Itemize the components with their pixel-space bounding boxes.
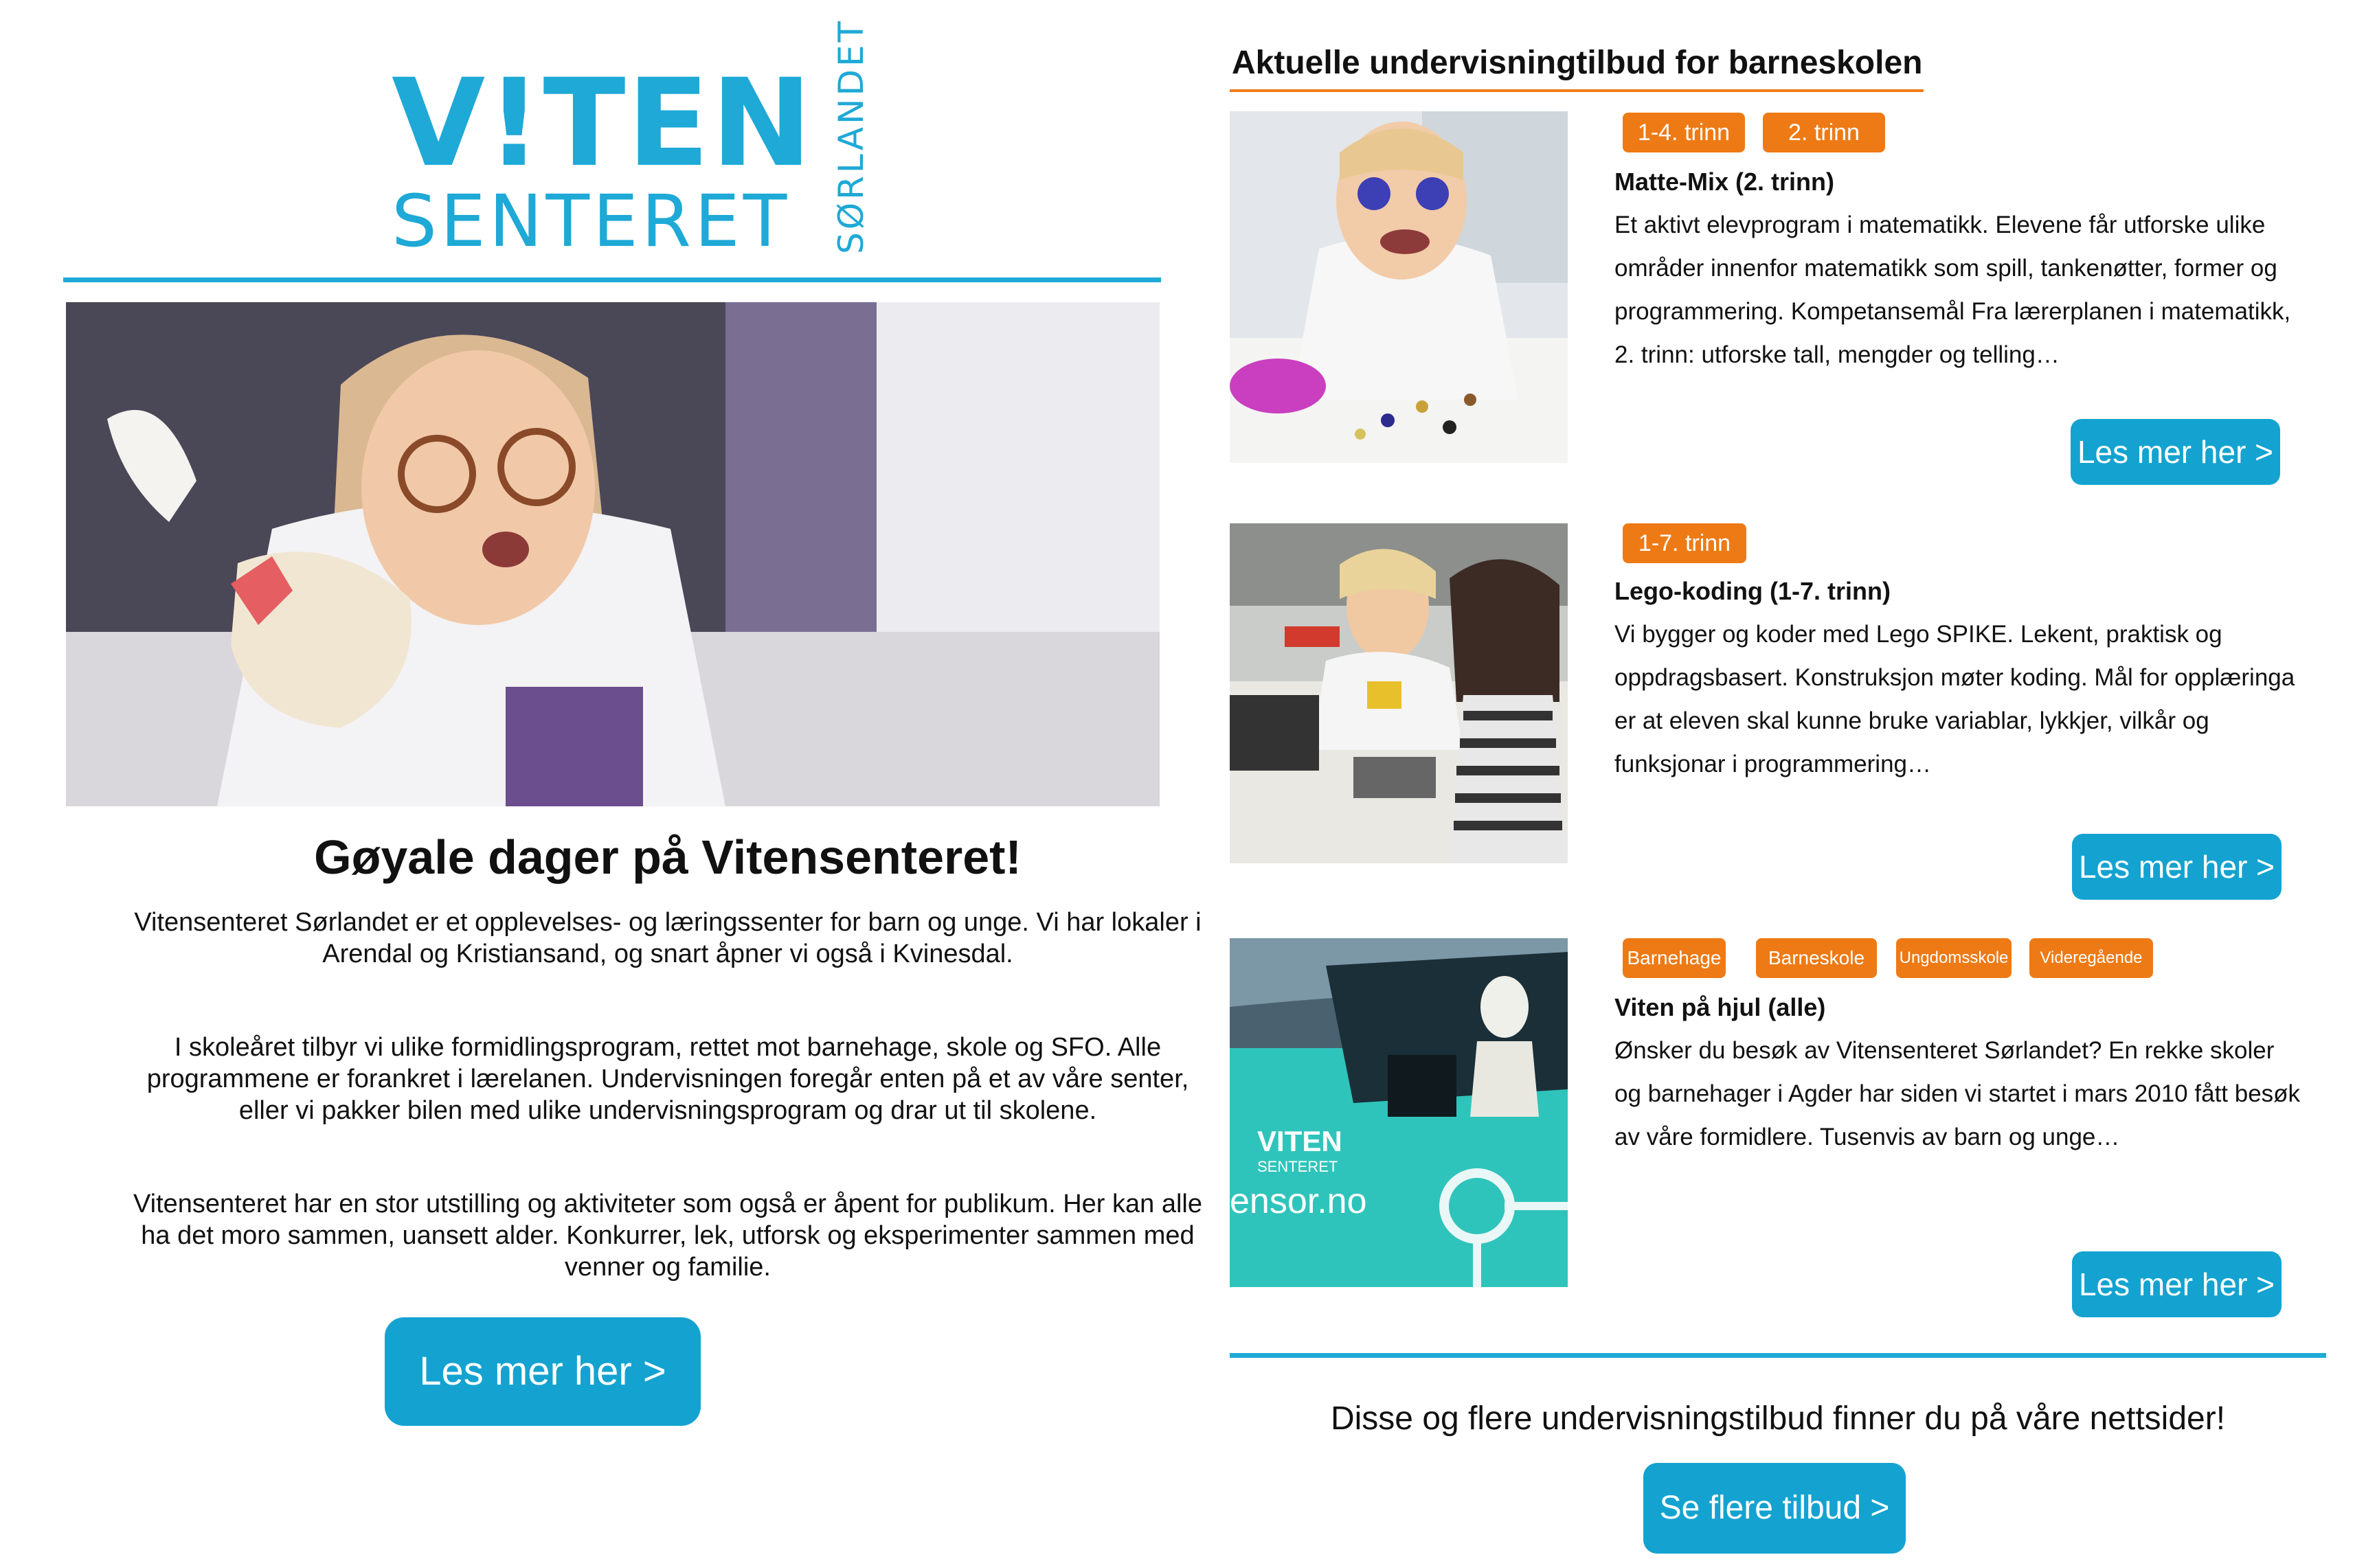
tag-grade-1-7[interactable]: 1-7. trinn (1623, 523, 1746, 563)
card-title-viten-pa-hjul[interactable]: Viten på hjul (alle) (1614, 993, 1825, 1022)
intro-paragraph-3: Vitensenteret har en stor utstilling og … (133, 1190, 1202, 1282)
card-text-lego-koding: Vi bygger og koder med Lego SPIKE. Leken… (1614, 621, 2295, 777)
card-image-lego-koding[interactable] (1230, 523, 1568, 863)
read-more-viten-pa-hjul-button[interactable]: Les mer her > (2072, 1251, 2282, 1317)
tag-videregaende[interactable]: Videregående (2029, 938, 2153, 978)
tag-ungdomsskole[interactable]: Ungdomsskole (1896, 938, 2012, 978)
hero-photo-illustration (66, 302, 1160, 806)
read-more-matte-mix-button[interactable]: Les mer her > (2071, 419, 2280, 485)
read-more-button[interactable]: Les mer her > (385, 1317, 701, 1426)
card-title-matte-mix[interactable]: Matte-Mix (2. trinn) (1614, 168, 1834, 196)
viten-pa-hjul-photo-illustration: VITEN SENTERET ensor.no (1230, 938, 1568, 1287)
logo-wordmark-bottom: SENTERET (392, 179, 791, 263)
heading-underline (1230, 89, 1924, 92)
tag-grade-2[interactable]: 2. trinn (1763, 113, 1885, 152)
intro-paragraph-2: I skoleåret tilbyr vi ulike formidlingsp… (146, 1033, 1189, 1125)
van-brand-top: VITEN (1257, 1125, 1342, 1157)
card-text-viten-pa-hjul: Ønsker du besøk av Vitensenteret Sørland… (1614, 1037, 2301, 1150)
card-text-matte-mix: Et aktivt elevprogram i matematikk. Elev… (1614, 212, 2291, 368)
van-url-text: ensor.no (1230, 1181, 1367, 1221)
card-image-matte-mix[interactable] (1230, 111, 1568, 463)
offers-heading: Aktuelle undervisningtilbud for barnesko… (1232, 45, 1923, 81)
see-more-offers-button[interactable]: Se flere tilbud > (1643, 1463, 1906, 1554)
hero-image-girl-experiment (66, 302, 1160, 806)
lego-koding-photo-illustration (1230, 523, 1568, 863)
logo-region-label: SØRLANDET (831, 18, 871, 254)
card-image-viten-pa-hjul[interactable]: VITEN SENTERET ensor.no (1230, 938, 1568, 1287)
tag-barnehage[interactable]: Barnehage (1623, 938, 1726, 978)
page-title: Gøyale dager på Vitensenteret! (314, 830, 1022, 884)
vitensenteret-logo[interactable]: V!TEN SENTERET SØRLANDET (392, 18, 900, 263)
van-brand-bottom: SENTERET (1257, 1158, 1338, 1175)
divider-line (63, 277, 1161, 282)
read-more-lego-koding-button[interactable]: Les mer her > (2072, 834, 2282, 900)
tag-grade-1-4[interactable]: 1-4. trinn (1623, 113, 1745, 152)
intro-paragraph-1: Vitensenteret Sørlandet er et opplevelse… (134, 908, 1202, 968)
card-title-lego-koding[interactable]: Lego-koding (1-7. trinn) (1614, 577, 1891, 606)
matte-mix-photo-illustration (1230, 111, 1568, 463)
footer-text: Disse og flere undervisningstilbud finne… (1330, 1400, 2226, 1437)
logo-wordmark-top: V!TEN (392, 53, 814, 194)
tag-barneskole[interactable]: Barneskole (1756, 938, 1877, 978)
footer-divider-line (1230, 1353, 2326, 1358)
